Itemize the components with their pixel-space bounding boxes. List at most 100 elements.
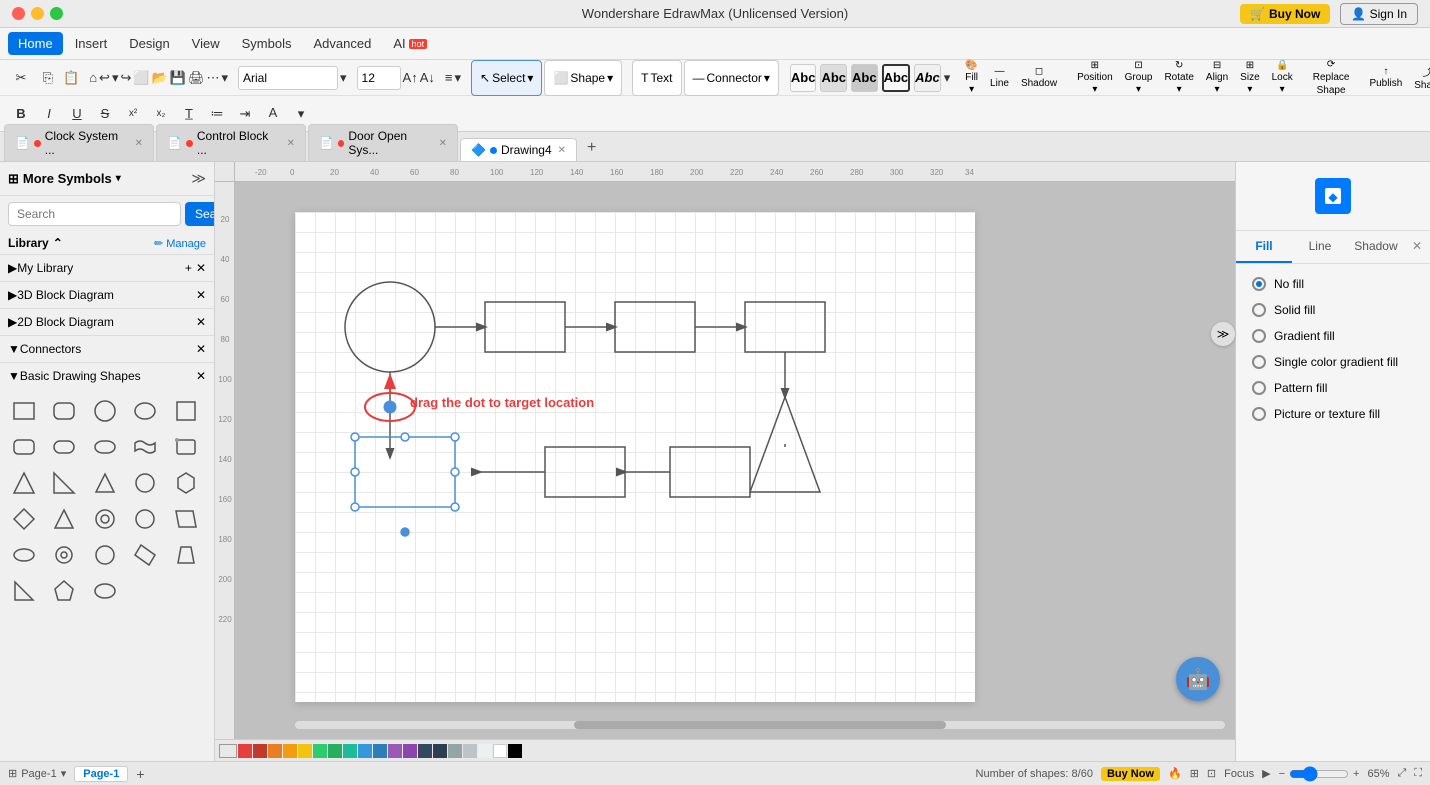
print-button[interactable]: 🖨 [188,65,205,91]
strikethrough-button[interactable]: S [92,101,118,127]
buy-now-status-button[interactable]: Buy Now [1101,767,1160,781]
bold-button[interactable]: B [8,101,34,127]
group-button[interactable]: ⊡ Group▾ [1120,60,1158,96]
menu-home[interactable]: Home [8,32,63,55]
save-button[interactable]: 💾 [170,65,186,91]
align-dropdown[interactable]: ▾ [454,65,461,91]
redo-button[interactable]: ↪ [120,65,131,91]
shape-banner[interactable] [170,431,202,463]
panel-line-tab[interactable]: Line [1292,231,1348,263]
shape-wave[interactable] [129,431,161,463]
fill-button[interactable]: 🎨 Fill▾ [960,60,983,96]
connector-button[interactable]: — Connector ▾ [684,60,779,96]
shape-square[interactable] [170,395,202,427]
more-btn[interactable]: ⋯ [206,65,219,91]
shape-rhombus[interactable] [129,539,161,571]
font-family-input[interactable] [238,66,338,90]
panel-shadow-tab[interactable]: Shadow [1348,231,1404,263]
text-style-button[interactable]: T̲ [176,101,202,127]
size-button[interactable]: ⊞ Size▾ [1235,60,1264,96]
subscript-button[interactable]: x₂ [148,101,174,127]
basic-shapes-header[interactable]: ▼ Basic Drawing Shapes ✕ [0,363,214,389]
my-library-header[interactable]: ▶ My Library + ✕ [0,255,214,281]
color-red-2[interactable] [253,744,267,758]
manage-button[interactable]: ✏ Manage [154,237,206,250]
2d-block-header[interactable]: ▶ 2D Block Diagram ✕ [0,309,214,335]
zoom-fit-icon[interactable]: ⊡ [1207,767,1216,780]
new-button[interactable]: ⬜ [133,65,149,91]
sidebar-collapse-button[interactable]: ≫ [191,170,206,187]
menu-insert[interactable]: Insert [65,32,118,55]
page-layout-icon[interactable]: ⊞ [8,767,17,780]
tab-clock-system[interactable]: 📄 Clock System ... ✕ [4,124,154,161]
color-purple-1[interactable] [388,744,402,758]
publish-button[interactable]: ↑Publish [1364,60,1407,96]
play-icon[interactable]: ▶ [1262,767,1270,780]
add-tab-button[interactable]: + [579,135,604,161]
style-btn-1[interactable]: Abc [790,64,817,92]
shape-hexagon[interactable] [170,467,202,499]
page-dropdown-icon[interactable]: ▾ [61,767,67,780]
color-orange-2[interactable] [283,744,297,758]
indent-button[interactable]: ⇥ [232,101,258,127]
tab-close-0[interactable]: ✕ [135,138,143,149]
chatbot-button[interactable]: 🤖 [1176,657,1220,701]
text-button[interactable]: T Text [632,60,681,96]
paste-button[interactable]: 📋 [63,65,79,91]
shape-pentagon[interactable] [48,575,80,607]
shape-rounded-rect2[interactable] [48,431,80,463]
shape-rect-rounded[interactable] [48,395,80,427]
copy-button[interactable]: ⎘ [35,65,61,91]
list-button[interactable]: ≔ [204,101,230,127]
align-btn[interactable]: ≡ [445,65,453,91]
undo-dropdown[interactable]: ▾ [112,65,119,91]
color-green-2[interactable] [328,744,342,758]
style-btn-3[interactable]: Abc [851,64,878,92]
tab-close-3[interactable]: ✕ [558,145,566,156]
scrollbar-thumb[interactable] [574,721,946,729]
shape-diamond[interactable] [8,503,40,535]
color-yellow[interactable] [298,744,312,758]
share-button[interactable]: ⤴Share [1409,60,1430,96]
shape-triangle-rt[interactable] [8,575,40,607]
close-basic-icon[interactable]: ✕ [196,369,206,383]
zoom-in-icon[interactable]: + [1353,768,1359,780]
shape-triangle3[interactable] [48,503,80,535]
shape-ring[interactable] [48,539,80,571]
close-library-icon[interactable]: ✕ [196,261,206,275]
expand-panel-button[interactable]: ≫ [1211,322,1235,346]
fullscreen-icon[interactable]: ⛶ [1414,767,1422,780]
shadow-button[interactable]: ◻ Shadow [1016,60,1062,96]
superscript-button[interactable]: x² [120,101,146,127]
select-button[interactable]: ↖ Select ▾ [471,60,542,96]
color-black[interactable] [508,744,522,758]
fill-color-button[interactable]: ◆ [1315,178,1351,214]
underline-button[interactable]: U [64,101,90,127]
rotate-button[interactable]: ↻ Rotate▾ [1159,60,1198,96]
fill-option-picture[interactable]: Picture or texture fill [1244,402,1422,426]
shape-oval2[interactable] [89,575,121,607]
home-button[interactable]: ⌂ [89,65,97,91]
panel-close-button[interactable]: ✕ [1404,231,1430,263]
cut-button[interactable]: ✂ [8,65,34,91]
minimize-button[interactable] [31,7,44,20]
layers-icon[interactable]: ⊞ [1190,767,1199,780]
search-input[interactable] [8,202,181,226]
close-button[interactable] [12,7,25,20]
lock-button[interactable]: 🔒 Lock▾ [1267,60,1298,96]
align-button[interactable]: ⊟ Align▾ [1201,60,1233,96]
font-size-down[interactable]: A↓ [420,65,435,91]
styles-more[interactable]: ▾ [944,65,951,91]
add-page-button[interactable]: + [136,766,144,782]
color-purple-2[interactable] [403,744,417,758]
undo-button[interactable]: ↩ [99,65,110,91]
add-library-icon[interactable]: + [185,261,192,275]
color-green-1[interactable] [313,744,327,758]
line-button[interactable]: — Line [985,60,1014,96]
style-btn-2[interactable]: Abc [820,64,847,92]
color-gray-1[interactable] [448,744,462,758]
menu-design[interactable]: Design [119,32,179,55]
menu-symbols[interactable]: Symbols [232,32,302,55]
position-button[interactable]: ⊞ Position▾ [1072,60,1118,96]
menu-advanced[interactable]: Advanced [303,32,381,55]
